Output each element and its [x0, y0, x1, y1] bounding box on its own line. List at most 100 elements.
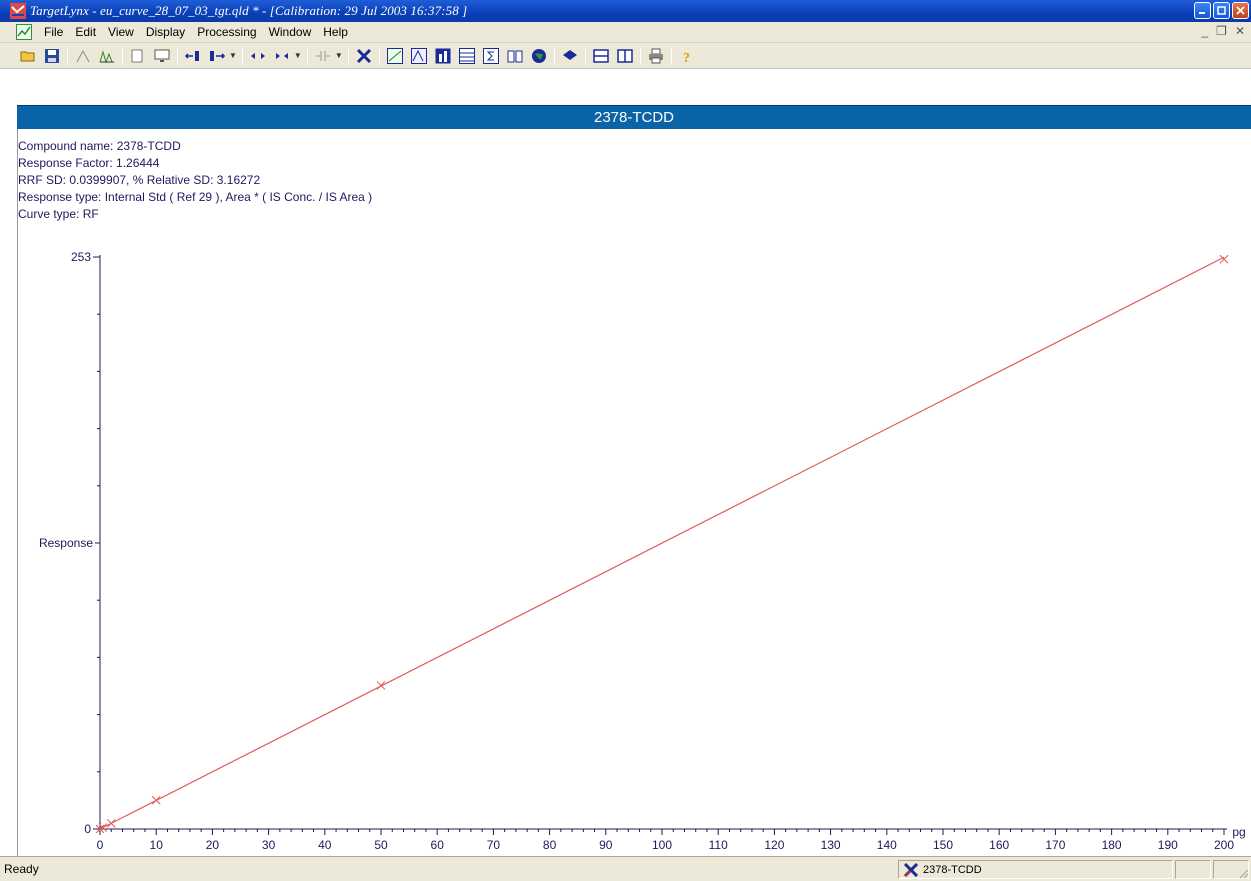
response-factor-line: Response Factor: 1.26444 [18, 156, 160, 170]
expand-button[interactable] [248, 46, 268, 66]
x-tick-label: 190 [1158, 838, 1178, 852]
bar-chart-button[interactable] [433, 46, 453, 66]
globe-button[interactable] [529, 46, 549, 66]
status-compound: 2378-TCDD [923, 863, 982, 876]
menu-view[interactable]: View [102, 25, 140, 39]
x-tick-label: 170 [1045, 838, 1065, 852]
x-mark-icon [903, 862, 919, 877]
print-icon [648, 48, 663, 63]
book-button[interactable] [505, 46, 525, 66]
response-type-line: Response type: Internal Std ( Ref 29 ), … [18, 190, 373, 204]
menu-bar: File Edit View Display Processing Window… [0, 22, 1251, 43]
open-button[interactable] [18, 46, 38, 66]
display-icon [154, 49, 170, 62]
x-tick-label: 30 [262, 838, 276, 852]
calibration-button[interactable] [385, 46, 405, 66]
columns-button[interactable] [615, 46, 635, 66]
document-icon[interactable] [16, 24, 32, 40]
menu-edit[interactable]: Edit [69, 25, 102, 39]
mdi-restore-button[interactable]: ❒ [1216, 24, 1227, 38]
menu-file[interactable]: File [38, 25, 69, 39]
toolbar-separator [177, 46, 178, 65]
toolbar-separator [306, 46, 308, 65]
compound-info: Compound name: 2378-TCDD Response Factor… [18, 138, 372, 223]
chromatogram-icon [410, 47, 427, 64]
status-compound-panel: 2378-TCDD [898, 860, 1173, 879]
dropdown-arrow-icon[interactable]: ▼ [335, 51, 343, 60]
menu-processing[interactable]: Processing [191, 25, 262, 39]
calibration-icon [386, 47, 403, 64]
layers-button[interactable] [560, 46, 580, 66]
toolbar-separator [670, 46, 672, 65]
x-tick-label: 50 [374, 838, 388, 852]
globe-icon [531, 48, 546, 63]
range-icon [315, 50, 330, 61]
x-tick-label: 10 [150, 838, 164, 852]
peaks-button[interactable] [97, 46, 117, 66]
close-button[interactable] [1232, 2, 1249, 19]
display-button[interactable] [152, 46, 172, 66]
bar-chart-icon [435, 48, 451, 63]
compound-header: 2378-TCDD [17, 105, 1251, 129]
close-icon [1236, 6, 1245, 15]
x-tick-label: 160 [989, 838, 1009, 852]
rows-icon [593, 48, 609, 63]
toolbar-separator [67, 46, 68, 65]
range-button[interactable] [313, 46, 333, 66]
copy-button[interactable] [128, 46, 148, 66]
help-icon: ? [683, 51, 690, 64]
move-right-button[interactable] [207, 46, 227, 66]
data-point [106, 818, 116, 828]
calibration-chart-svg: 0 10 20 30 40 50 60 70 80 90 100 110 120 130 140 150 160… [39, 250, 1246, 852]
maximize-button[interactable] [1213, 2, 1230, 19]
print-button[interactable] [646, 46, 666, 66]
minimize-button[interactable] [1194, 2, 1211, 19]
chromatogram-button[interactable] [409, 46, 429, 66]
table-button[interactable] [457, 46, 477, 66]
toolbar-separator [639, 46, 641, 65]
x-tick-label: 70 [487, 838, 501, 852]
x-tick-label: 200 [1214, 838, 1234, 852]
rows-button[interactable] [591, 46, 611, 66]
toolbar-separator [584, 46, 586, 65]
open-folder-icon [20, 51, 35, 61]
help-button[interactable]: ? [677, 46, 697, 66]
x-axis-label: pg [1232, 825, 1245, 839]
svg-text:?: ? [683, 51, 690, 64]
curve-edit-button[interactable] [73, 46, 93, 66]
mdi-close-button[interactable]: ✕ [1235, 24, 1245, 38]
dropdown-arrow-icon[interactable]: ▼ [294, 51, 302, 60]
sum-icon [482, 47, 499, 64]
shift-button[interactable] [272, 46, 292, 66]
maximize-icon [1217, 6, 1226, 15]
menu-window[interactable]: Window [263, 25, 318, 39]
toolbar-separator [347, 46, 349, 65]
menu-help[interactable]: Help [317, 25, 354, 39]
mdi-minimize-button[interactable]: _ [1201, 24, 1208, 38]
x-tick-label: 90 [599, 838, 613, 852]
toolbar: ▼ ▼ ▼ ? [0, 43, 1251, 69]
x-mark-button[interactable] [354, 46, 374, 66]
expand-icon [250, 52, 265, 59]
calibration-chart[interactable]: 0 10 20 30 40 50 60 70 80 90 100 110 120 130 140 150 160… [17, 240, 1251, 855]
toolbar-separator [122, 46, 123, 65]
x-tick-label: 80 [543, 838, 557, 852]
data-point [151, 795, 161, 805]
x-tick-label: 120 [764, 838, 784, 852]
book-icon [507, 50, 523, 62]
save-button[interactable] [42, 46, 62, 66]
move-left-button[interactable] [183, 46, 203, 66]
window-title: TargetLynx - eu_curve_28_07_03_tgt.qld *… [30, 3, 468, 18]
table-icon [458, 47, 475, 64]
resize-grip-icon[interactable] [1237, 867, 1249, 879]
x-tick-label: 140 [877, 838, 897, 852]
shift-icon [275, 52, 288, 59]
status-text: Ready [4, 862, 39, 876]
dropdown-arrow-icon[interactable]: ▼ [229, 51, 237, 60]
menu-display[interactable]: Display [140, 25, 191, 39]
curve-type-line: Curve type: RF [18, 207, 99, 221]
title-bar[interactable]: TargetLynx - eu_curve_28_07_03_tgt.qld *… [0, 0, 1251, 22]
sum-button[interactable] [481, 46, 501, 66]
x-tick-label: 40 [318, 838, 332, 852]
arrow-right-icon [210, 50, 225, 61]
